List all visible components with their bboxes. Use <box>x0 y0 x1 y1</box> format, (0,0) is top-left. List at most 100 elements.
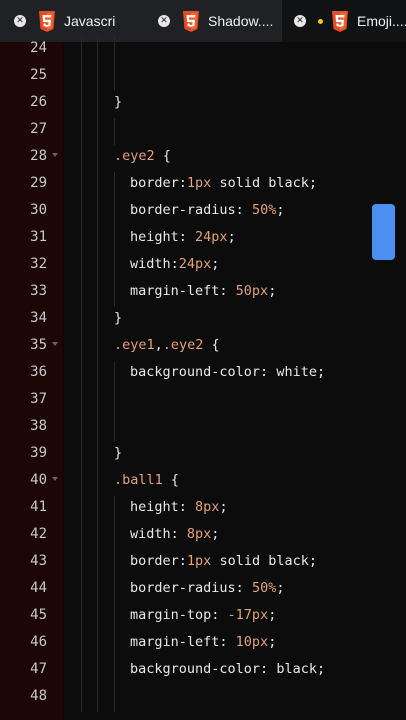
indent-guide <box>114 685 115 712</box>
code-line[interactable]: 24 <box>0 37 406 64</box>
indent-guide <box>81 334 82 361</box>
code-line[interactable]: 46 margin-left: 10px; <box>0 631 406 658</box>
code-line[interactable]: 48 <box>0 685 406 712</box>
indent-guide <box>114 253 115 280</box>
html5-icon <box>183 10 199 32</box>
line-number: 25 <box>30 67 47 83</box>
code-token: } <box>114 310 123 326</box>
indent-guide <box>97 172 98 199</box>
code-token: border <box>130 553 179 569</box>
code-token: border-radius <box>130 202 236 218</box>
line-number: 36 <box>30 364 47 380</box>
code-line[interactable]: 31 height: 24px; <box>0 226 406 253</box>
indent-guide <box>97 334 98 361</box>
line-number: 29 <box>30 175 47 191</box>
line-number: 44 <box>30 580 47 596</box>
code-line[interactable]: 33 margin-left: 50px; <box>0 280 406 307</box>
close-icon[interactable]: ✕ <box>14 15 26 27</box>
code-token: border <box>130 175 179 191</box>
code-line[interactable]: 47 background-color: black; <box>0 658 406 685</box>
indent-guide <box>97 199 98 226</box>
fold-arrow-icon[interactable] <box>52 477 58 481</box>
code-line[interactable]: 29 border:1px solid black; <box>0 172 406 199</box>
indent-guide <box>114 361 115 388</box>
indent-guide <box>81 604 82 631</box>
indent-guide <box>97 64 98 91</box>
code-line[interactable]: 26} <box>0 91 406 118</box>
indent-guide <box>114 658 115 685</box>
indent-guide <box>97 307 98 334</box>
code-token: ; <box>276 202 285 218</box>
code-line[interactable]: 41 height: 8px; <box>0 496 406 523</box>
code-text: } <box>114 94 122 110</box>
code-line[interactable]: 37 <box>0 388 406 415</box>
code-line[interactable]: 40 .ball1 { <box>0 469 406 496</box>
indent-guide <box>114 496 115 523</box>
html5-icon <box>39 10 55 32</box>
line-number: 37 <box>30 391 47 407</box>
code-line[interactable]: 42 width: 8px; <box>0 523 406 550</box>
code-token: { <box>154 148 171 164</box>
line-number: 27 <box>30 121 47 137</box>
code-line[interactable]: 25 <box>0 64 406 91</box>
line-number: 26 <box>30 94 47 110</box>
tab-emoji[interactable]: ✕ Emoji.... <box>282 0 406 42</box>
code-token: : <box>170 256 179 272</box>
code-token: 24px <box>178 256 212 272</box>
code-line[interactable]: 35 .eye1,.eye2 { <box>0 334 406 361</box>
code-token: ; <box>308 175 317 191</box>
code-token: : <box>211 607 228 623</box>
code-token: .eye2 <box>162 337 204 353</box>
tab-shadow[interactable]: ✕ Shadow.... <box>146 0 282 42</box>
code-token: : <box>235 202 252 218</box>
indent-guide <box>114 604 115 631</box>
indent-guide <box>97 145 98 172</box>
code-line[interactable]: 39} <box>0 442 406 469</box>
fold-arrow-icon[interactable] <box>52 153 58 157</box>
code-token: white <box>276 364 317 380</box>
code-text: border:1px solid black; <box>130 175 317 191</box>
code-line[interactable]: 34} <box>0 307 406 334</box>
code-text: .ball1 { <box>114 472 179 488</box>
code-token: ; <box>308 553 317 569</box>
code-token: 1px <box>186 175 212 191</box>
indent-guide <box>114 388 115 415</box>
code-line[interactable]: 44 border-radius: 50%; <box>0 577 406 604</box>
line-number: 31 <box>30 229 47 245</box>
indent-guide <box>81 523 82 550</box>
close-icon[interactable]: ✕ <box>294 15 306 27</box>
line-number: 46 <box>30 634 47 650</box>
line-number: 45 <box>30 607 47 623</box>
indent-guide <box>81 577 82 604</box>
indent-guide <box>114 631 115 658</box>
indent-guide <box>114 550 115 577</box>
code-line[interactable]: 43 border:1px solid black; <box>0 550 406 577</box>
code-text: .eye1,.eye2 { <box>114 337 220 353</box>
code-line[interactable]: 28 .eye2 { <box>0 145 406 172</box>
code-editor[interactable]: 24 25 26} 27 28 .eye2 { 29 border:1px solid bla… <box>0 37 406 720</box>
indent-guide <box>81 253 82 280</box>
code-token: : <box>178 553 187 569</box>
code-token: , <box>154 337 163 353</box>
code-line[interactable]: 32 width:24px; <box>0 253 406 280</box>
indent-guide <box>81 118 82 145</box>
scrollbar-thumb[interactable] <box>372 204 395 260</box>
code-token: : <box>219 283 236 299</box>
line-number: 48 <box>30 688 47 704</box>
tab-javascript[interactable]: ✕ Javascri <box>0 0 146 42</box>
fold-arrow-icon[interactable] <box>52 342 58 346</box>
html5-icon <box>332 10 348 32</box>
code-line[interactable]: 45 margin-top: -17px; <box>0 604 406 631</box>
code-token: ; <box>316 364 326 380</box>
code-line[interactable]: 38 <box>0 415 406 442</box>
code-token: : <box>178 229 196 245</box>
tab-label: Javascri <box>64 13 116 29</box>
code-line[interactable]: 36 background-color: white; <box>0 361 406 388</box>
indent-guide <box>114 577 115 604</box>
line-number: 43 <box>30 553 47 569</box>
indent-guide <box>81 64 82 91</box>
code-line[interactable]: 30 border-radius: 50%; <box>0 199 406 226</box>
code-line[interactable]: 27 <box>0 118 406 145</box>
close-icon[interactable]: ✕ <box>158 15 170 27</box>
code-token: background-color <box>130 364 261 380</box>
